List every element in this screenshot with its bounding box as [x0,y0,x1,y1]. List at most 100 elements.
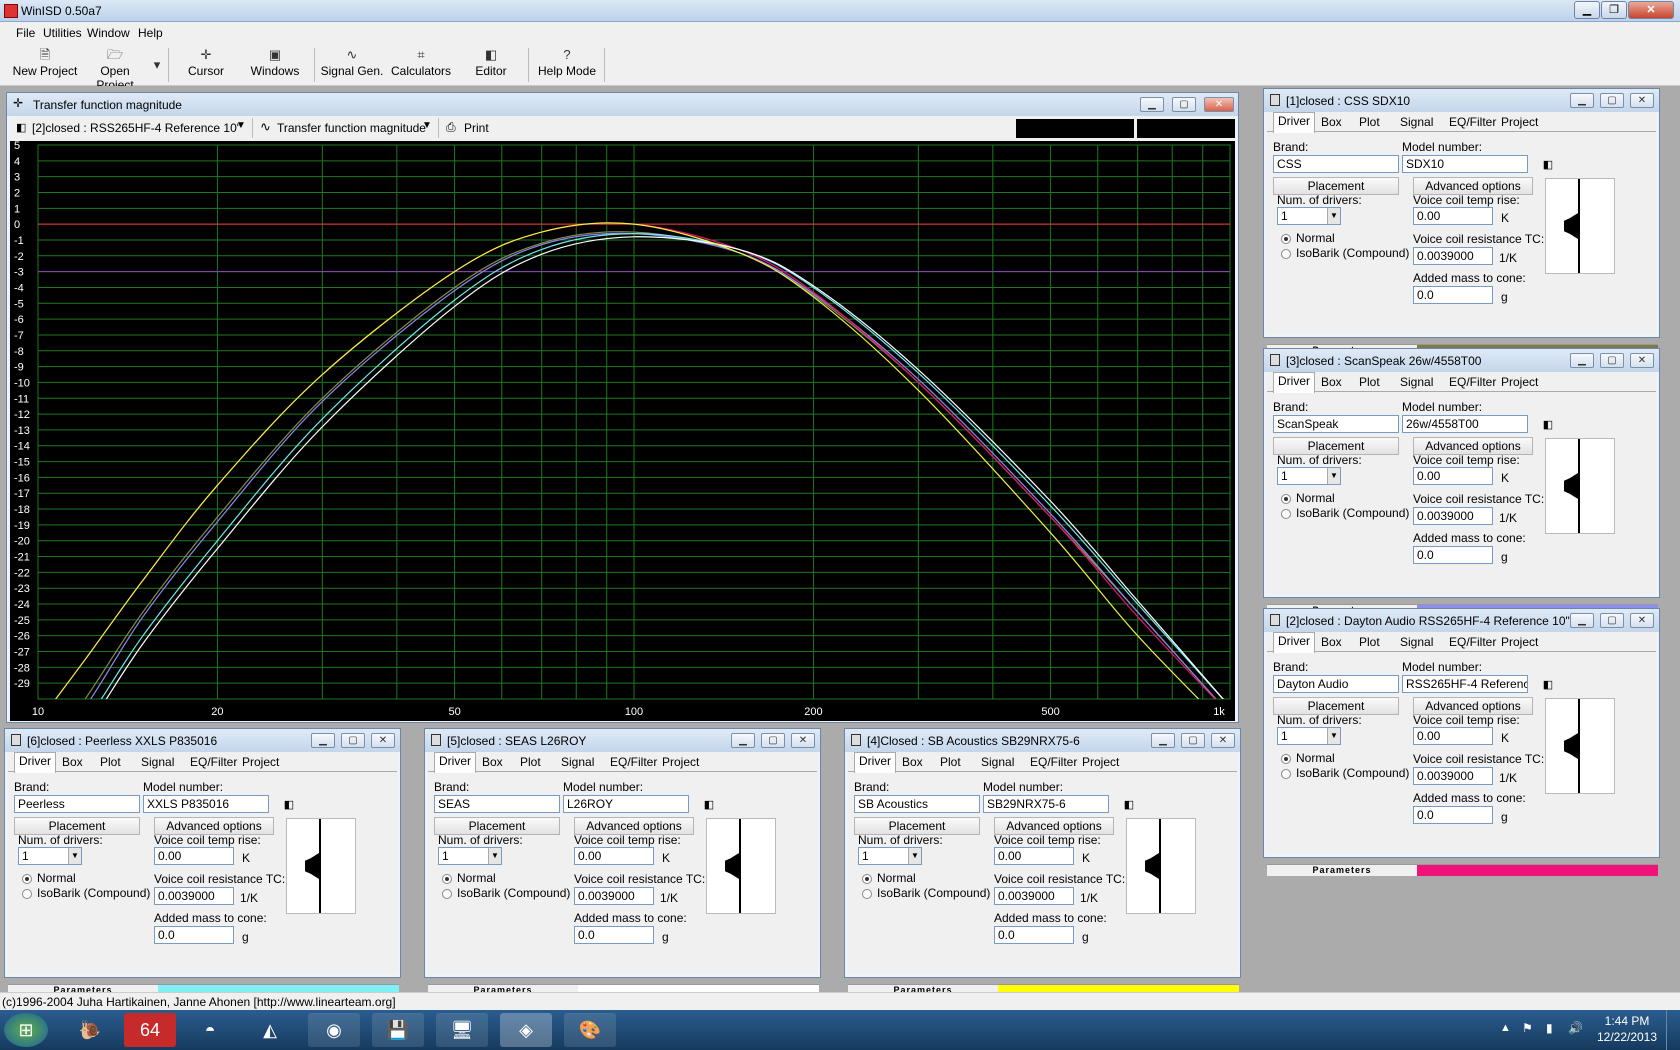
model-field[interactable]: L26ROY [563,795,689,813]
chrome-icon[interactable]: ◉ [308,1013,360,1047]
panel-minimize-button[interactable]: ▁ [1151,733,1175,748]
tab-plot[interactable]: Plot [936,754,965,772]
tab-plot[interactable]: Plot [516,754,545,772]
chevron-down-icon[interactable]: ▼ [236,120,246,131]
clock-date[interactable]: 12/22/2013 [1596,1030,1658,1044]
tab-driver[interactable]: Driver [14,752,56,773]
tab-plot[interactable]: Plot [1355,634,1384,652]
isobarik-radio[interactable] [1281,509,1291,519]
panel-minimize-button[interactable]: ▁ [731,733,755,748]
chevron-down-icon[interactable]: ▼ [908,848,921,864]
vc-res-field[interactable]: 0.0039000 [154,887,234,905]
panel-close-button[interactable]: ✕ [791,733,815,748]
panel-maximize-button[interactable]: ▢ [1181,733,1205,748]
tab-eq-filter[interactable]: EQ/Filter [1445,114,1500,132]
vc-res-field[interactable]: 0.0039000 [1413,767,1493,785]
tab-signal[interactable]: Signal [1396,634,1437,652]
isobarik-radio[interactable] [442,889,452,899]
vc-res-field[interactable]: 0.0039000 [1413,507,1493,525]
help-mode-button[interactable]: ? Help Mode [536,46,598,84]
chevron-down-icon[interactable]: ▼ [68,848,81,864]
winisd-taskbar-icon[interactable]: ◈ [500,1013,552,1047]
isobarik-radio[interactable] [22,889,32,899]
monitor-app-icon[interactable]: 🖥 [436,1013,488,1047]
chevron-down-icon[interactable]: ▼ [1327,728,1340,744]
tab-signal[interactable]: Signal [1396,114,1437,132]
tab-box[interactable]: Box [478,754,507,772]
calculators-button[interactable]: ⌗ Calculators [390,46,452,84]
model-field[interactable]: 26w/4558T00 [1402,415,1528,433]
normal-radio[interactable] [442,874,452,884]
snail-app-icon[interactable]: 🐌 [64,1013,116,1047]
windows-button[interactable]: ▣ Windows [244,46,306,84]
panel-maximize-button[interactable]: ▢ [341,733,365,748]
driver-lookup-button[interactable]: ◧ [1538,415,1558,435]
normal-radio[interactable] [862,874,872,884]
vc-res-field[interactable]: 0.0039000 [994,887,1074,905]
driver-lookup-button[interactable]: ◧ [1538,155,1558,175]
save-disk-icon[interactable]: 💾 [372,1013,424,1047]
graph-close-button[interactable]: ✕ [1204,97,1234,112]
tab-driver[interactable]: Driver [1273,372,1315,393]
num-drivers-select[interactable]: 1 ▼ [438,847,502,865]
model-field[interactable]: SDX10 [1402,155,1528,173]
print-button[interactable]: Print [464,121,489,135]
model-field[interactable]: SB29NRX75-6 [983,795,1109,813]
num-drivers-select[interactable]: 1 ▼ [1277,727,1341,745]
restore-button[interactable]: ❐ [1601,1,1627,19]
panel-close-button[interactable]: ✕ [1630,353,1654,368]
orange-app-icon[interactable]: ◓ [184,1013,236,1047]
tab-driver[interactable]: Driver [1273,112,1315,133]
start-button[interactable]: ⊞ [4,1013,48,1047]
tab-box[interactable]: Box [58,754,87,772]
driver-lookup-button[interactable]: ◧ [1538,675,1558,695]
transfer-function-chart[interactable]: 543210-1-2-3-4-5-6-7-8-9-10-11-12-13-14-… [10,141,1235,721]
num-drivers-select[interactable]: 1 ▼ [18,847,82,865]
panel-maximize-button[interactable]: ▢ [761,733,785,748]
menu-window[interactable]: Window [87,26,130,40]
vc-temp-field[interactable]: 0.00 [1413,727,1493,745]
tab-eq-filter[interactable]: EQ/Filter [1445,374,1500,392]
vc-res-field[interactable]: 0.0039000 [1413,247,1493,265]
open-project-button[interactable]: 🗁 Open Project [80,46,150,92]
minimize-button[interactable]: ▁ [1574,1,1600,19]
model-field[interactable]: RSS265HF-4 Reference [1402,675,1528,693]
new-project-button[interactable]: 🗎 New Project [10,46,80,84]
menu-utilities[interactable]: Utilities [43,26,82,40]
added-mass-field[interactable]: 0.0 [1413,806,1493,824]
tab-plot[interactable]: Plot [1355,374,1384,392]
brand-field[interactable]: ScanSpeak [1273,415,1399,433]
tab-project[interactable]: Project [1497,114,1542,132]
vc-res-field[interactable]: 0.0039000 [574,887,654,905]
clock-time[interactable]: 1:44 PM [1602,1014,1652,1028]
tab-box[interactable]: Box [1317,634,1346,652]
chevron-down-icon[interactable]: ▼ [488,848,501,864]
tab-box[interactable]: Box [1317,374,1346,392]
chevron-down-icon[interactable]: ▼ [422,120,432,131]
tab-eq-filter[interactable]: EQ/Filter [1445,634,1500,652]
added-mass-field[interactable]: 0.0 [154,926,234,944]
vc-temp-field[interactable]: 0.00 [994,847,1074,865]
tab-box[interactable]: Box [898,754,927,772]
panel-maximize-button[interactable]: ▢ [1600,93,1624,108]
panel-minimize-button[interactable]: ▁ [1570,353,1594,368]
tab-eq-filter[interactable]: EQ/Filter [186,754,241,772]
editor-button[interactable]: ◧ Editor [470,46,512,84]
menu-help[interactable]: Help [138,26,163,40]
tab-signal[interactable]: Signal [977,754,1018,772]
vc-temp-field[interactable]: 0.00 [1413,467,1493,485]
vc-temp-field[interactable]: 0.00 [574,847,654,865]
num-drivers-select[interactable]: 1 ▼ [1277,207,1341,225]
menu-file[interactable]: File [16,26,35,40]
brand-field[interactable]: SB Acoustics [854,795,980,813]
panel-minimize-button[interactable]: ▁ [1570,93,1594,108]
tab-project[interactable]: Project [1497,634,1542,652]
brand-field[interactable]: SEAS [434,795,560,813]
tab-box[interactable]: Box [1317,114,1346,132]
driver-lookup-button[interactable]: ◧ [279,795,299,815]
panel-minimize-button[interactable]: ▁ [1570,613,1594,628]
isobarik-radio[interactable] [1281,769,1291,779]
plot-type-select[interactable]: Transfer function magnitude [277,121,426,135]
network-icon[interactable]: ▮ [1546,1021,1553,1035]
tab-driver[interactable]: Driver [1273,632,1315,653]
